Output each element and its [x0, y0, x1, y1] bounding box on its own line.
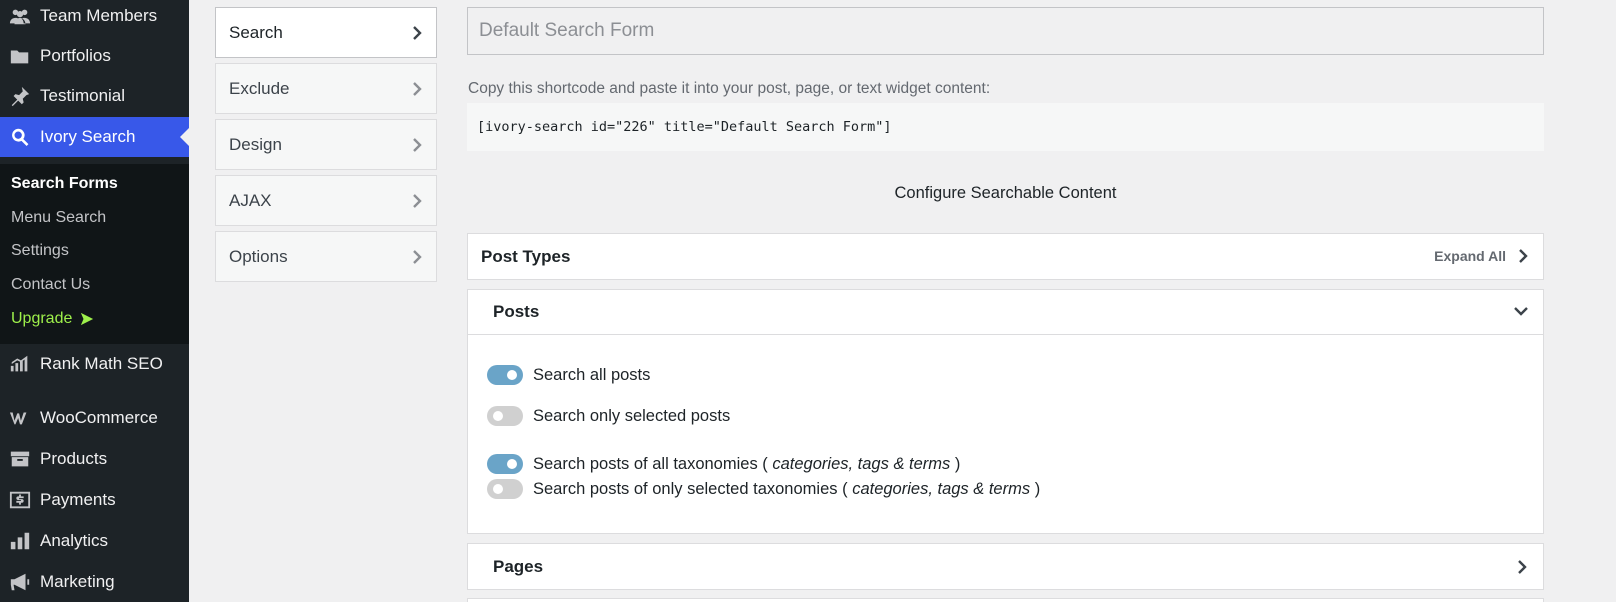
section-heading: Configure Searchable Content	[894, 184, 1117, 202]
tab-options[interactable]: Options	[215, 231, 437, 282]
woocommerce-icon	[0, 407, 40, 429]
menu-item-label: Analytics	[40, 531, 109, 550]
tab-ajax[interactable]: AJAX	[215, 175, 437, 226]
pages-title: Pages	[493, 557, 544, 576]
archive-box-icon	[0, 448, 40, 470]
menu-item-testimonial[interactable]: Testimonial	[0, 76, 189, 116]
shortcode-instructions: Copy this shortcode and paste it into yo…	[468, 80, 991, 97]
chevron-right-icon	[413, 193, 422, 208]
menu-item-label: Marketing	[40, 572, 115, 591]
megaphone-icon	[0, 571, 40, 593]
menu-item-payments[interactable]: Payments	[0, 480, 189, 520]
option-label: Search posts of all taxonomies (	[533, 454, 768, 473]
folder-icon	[0, 45, 40, 67]
option-label: Search posts of only selected taxonomies…	[533, 479, 848, 498]
tab-label: Options	[229, 246, 288, 266]
chevron-right-icon	[1519, 249, 1528, 263]
submenu-item-menu-search[interactable]: Menu Search	[11, 209, 106, 227]
menu-item-marketing[interactable]: Marketing	[0, 562, 189, 602]
submenu-item-contact-us[interactable]: Contact Us	[11, 276, 90, 294]
tab-design[interactable]: Design	[215, 119, 437, 170]
menu-item-ivory-search[interactable]: Ivory Search	[0, 117, 189, 157]
tab-search[interactable]: Search	[215, 7, 437, 58]
menu-item-label: Ivory Search	[40, 127, 136, 146]
option-italic: categories, tags & terms	[852, 479, 1031, 498]
pin-icon	[0, 85, 40, 107]
upgrade-label: Upgrade	[11, 310, 73, 327]
expand-all-button[interactable]: Expand All	[1434, 248, 1528, 264]
toggle-switch[interactable]	[487, 406, 523, 426]
submenu-item-search-forms[interactable]: Search Forms	[11, 175, 118, 193]
posts-accordion-header[interactable]: Posts	[468, 290, 1543, 335]
active-indicator	[180, 128, 189, 146]
expand-all-label: Expand All	[1434, 248, 1506, 264]
menu-item-label: Team Members	[40, 6, 158, 25]
menu-item-label: Testimonial	[40, 86, 126, 105]
posts-accordion: Posts Search all posts Search only selec…	[467, 289, 1544, 534]
menu-item-label: Products	[40, 449, 108, 468]
menu-item-products[interactable]: Products	[0, 439, 189, 479]
option-search-all-posts[interactable]: Search all posts	[487, 365, 650, 385]
chevron-right-icon	[413, 25, 422, 40]
option-after: )	[954, 454, 961, 473]
menu-item-label: Rank Math SEO	[40, 354, 163, 373]
menu-item-label: WooCommerce	[40, 408, 158, 427]
option-search-all-taxonomies[interactable]: Search posts of all taxonomies ( categor…	[487, 454, 960, 474]
option-after: )	[1034, 479, 1041, 498]
submenu-item-settings[interactable]: Settings	[11, 242, 69, 260]
menu-item-portfolios[interactable]: Portfolios	[0, 36, 189, 76]
chevron-right-icon	[413, 137, 422, 152]
chevron-right-icon	[413, 249, 422, 264]
menu-item-woocommerce[interactable]: WooCommerce	[0, 398, 189, 438]
post-types-title: Post Types	[481, 247, 571, 266]
shortcode-value: [ivory-search id="226" title="Default Se…	[477, 119, 892, 135]
toggle-switch[interactable]	[487, 454, 523, 474]
menu-item-team-members[interactable]: Team Members	[0, 0, 189, 36]
arrow-right-icon	[81, 312, 94, 326]
rank-math-icon	[0, 353, 40, 375]
option-search-selected-taxonomies[interactable]: Search posts of only selected taxonomies…	[487, 479, 1040, 499]
menu-item-label: Portfolios	[40, 46, 111, 65]
bar-chart-icon	[0, 530, 40, 552]
post-types-header: Post Types Expand All	[467, 233, 1544, 280]
toggle-switch[interactable]	[487, 365, 523, 385]
posts-title: Posts	[493, 302, 540, 321]
option-label: Search all posts	[533, 365, 651, 384]
option-search-selected-posts[interactable]: Search only selected posts	[487, 406, 730, 426]
chevron-right-icon	[1517, 559, 1527, 580]
tab-label: AJAX	[229, 190, 272, 210]
tab-exclude[interactable]: Exclude	[215, 63, 437, 114]
next-accordion-header[interactable]	[467, 598, 1544, 602]
pages-accordion-header[interactable]: Pages	[467, 543, 1544, 590]
admin-sidebar: Team Members Portfolios Testimonial Ivor…	[0, 0, 189, 602]
search-form-title-input[interactable]: Default Search Form	[467, 7, 1544, 55]
submenu-item-upgrade[interactable]: Upgrade	[11, 310, 94, 328]
menu-item-analytics[interactable]: Analytics	[0, 521, 189, 561]
ivory-search-submenu: Search Forms Menu Search Settings Contac…	[0, 164, 189, 344]
tab-label: Search	[229, 22, 283, 42]
menu-item-rank-math-seo[interactable]: Rank Math SEO	[0, 344, 189, 384]
chevron-right-icon	[413, 81, 422, 96]
tab-label: Exclude	[229, 78, 290, 98]
menu-item-label: Payments	[40, 490, 116, 509]
team-members-icon	[0, 5, 40, 27]
option-label: Search only selected posts	[533, 406, 731, 425]
toggle-switch[interactable]	[487, 479, 523, 499]
dollar-icon	[0, 489, 40, 511]
title-placeholder: Default Search Form	[479, 20, 655, 41]
option-italic: categories, tags & terms	[772, 454, 951, 473]
search-icon	[0, 126, 40, 148]
tab-label: Design	[229, 134, 282, 154]
chevron-down-icon	[1513, 304, 1529, 322]
shortcode-text[interactable]: [ivory-search id="226" title="Default Se…	[467, 103, 1544, 151]
